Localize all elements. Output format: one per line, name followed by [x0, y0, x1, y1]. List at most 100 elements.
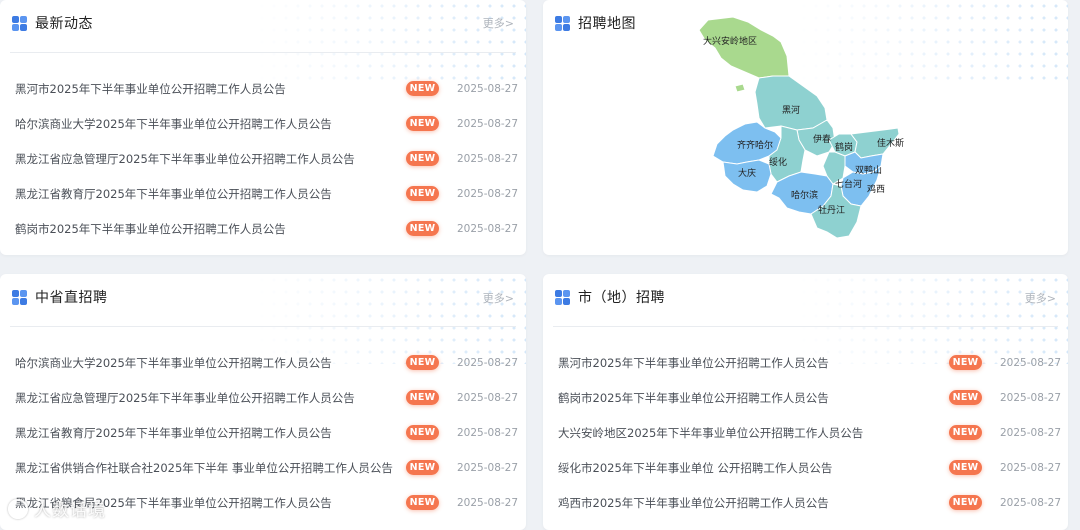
region-label-daqing: 大庆 — [738, 167, 756, 179]
grid-icon — [555, 289, 570, 305]
item-title[interactable]: 黑龙江省供销合作社联合社2025年下半年 事业单位公开招聘工作人员公告 — [15, 460, 393, 476]
new-badge: NEW — [406, 390, 439, 405]
list-item[interactable]: 大兴安岭地区2025年下半年事业单位公开招聘工作人员公告 NEW 2025-08-2… — [543, 415, 1068, 450]
list-item[interactable]: 鹤岗市2025年下半年事业单位公开招聘工作人员公告 NEW 2025-08-27 — [0, 211, 526, 246]
item-date: 2025-08-27 — [457, 391, 519, 404]
list-item[interactable]: 黑龙江省教育厅2025年下半年事业单位公开招聘工作人员公告 NEW 2025-08-… — [0, 415, 526, 450]
new-badge: NEW — [949, 390, 982, 405]
panel-header: 最新动态 — [12, 12, 93, 34]
item-date: 2025-08-27 — [457, 82, 519, 95]
more-link[interactable]: 更多> — [483, 15, 514, 31]
new-badge: NEW — [406, 81, 439, 96]
item-date: 2025-08-27 — [1000, 461, 1062, 474]
item-date: 2025-08-27 — [457, 426, 519, 439]
panel-title: 市（地）招聘 — [578, 290, 665, 306]
provincial-list: 哈尔滨商业大学2025年下半年事业单位公开招聘工作人员公告 NEW 2025-08-… — [0, 345, 526, 520]
new-badge: NEW — [949, 460, 982, 475]
region-label-qiqihar: 齐齐哈尔 — [737, 139, 773, 151]
region-daxinganling-enclave[interactable] — [734, 83, 746, 93]
list-item[interactable]: 黑龙江省应急管理厅2025年下半年事业单位公开招聘工作人员公告 NEW 2025-0… — [0, 141, 526, 176]
list-item[interactable]: 黑龙江省教育厅2025年下半年事业单位公开招聘工作人员公告 NEW 2025-08-… — [0, 176, 526, 211]
item-title[interactable]: 鹤岗市2025年下半年事业单位公开招聘工作人员公告 — [558, 390, 829, 406]
region-label-jixi: 鸡西 — [867, 183, 885, 195]
new-badge: NEW — [406, 355, 439, 370]
divider — [10, 326, 516, 327]
more-link[interactable]: 更多> — [1025, 290, 1056, 306]
list-item[interactable]: 哈尔滨商业大学2025年下半年事业单位公开招聘工作人员公告 NEW 2025-08-… — [0, 345, 526, 380]
new-badge: NEW — [406, 151, 439, 166]
new-badge: NEW — [406, 460, 439, 475]
item-date: 2025-08-27 — [457, 496, 519, 509]
dot-pattern-decoration — [256, 0, 526, 80]
new-badge: NEW — [406, 221, 439, 236]
latest-news-panel: 最新动态 更多> 黑河市2025年下半年事业单位公开招聘工作人员公告 NEW 202… — [0, 0, 526, 255]
list-item[interactable]: 鸡西市2025年下半年事业单位公开招聘工作人员公告 NEW 2025-08-27 — [543, 485, 1068, 520]
region-label-daxinganling: 大兴安岭地区 — [703, 35, 757, 47]
item-title[interactable]: 黑河市2025年下半年事业单位公开招聘工作人员公告 — [558, 355, 829, 371]
item-title[interactable]: 哈尔滨商业大学2025年下半年事业单位公开招聘工作人员公告 — [15, 116, 332, 132]
list-item[interactable]: 黑河市2025年下半年事业单位公开招聘工作人员公告 NEW 2025-08-27 — [543, 345, 1068, 380]
list-item[interactable]: 黑河市2025年下半年事业单位公开招聘工作人员公告 NEW 2025-08-27 — [0, 71, 526, 106]
region-label-yichun: 伊春 — [813, 133, 831, 145]
more-link[interactable]: 更多> — [483, 290, 514, 306]
item-title[interactable]: 黑龙江省应急管理厅2025年下半年事业单位公开招聘工作人员公告 — [15, 390, 355, 406]
list-item[interactable]: 黑龙江省应急管理厅2025年下半年事业单位公开招聘工作人员公告 NEW 2025-0… — [0, 380, 526, 415]
item-title[interactable]: 大兴安岭地区2025年下半年事业单位公开招聘工作人员公告 — [558, 425, 863, 441]
panel-title: 招聘地图 — [578, 16, 636, 32]
provincial-recruitment-panel: 中省直招聘 更多> 哈尔滨商业大学2025年下半年事业单位公开招聘工作人员公告 N… — [0, 274, 526, 530]
region-label-suihua: 绥化 — [769, 156, 787, 168]
new-badge: NEW — [406, 186, 439, 201]
list-item[interactable]: 鹤岗市2025年下半年事业单位公开招聘工作人员公告 NEW 2025-08-27 — [543, 380, 1068, 415]
heilongjiang-map: 大兴安岭地区黑河伊春齐齐哈尔绥化大庆哈尔滨 鹤岗 佳木斯双鸭山七台河 鸡西牡丹江 — [698, 16, 904, 239]
grid-icon — [555, 15, 570, 31]
item-title[interactable]: 黑龙江省应急管理厅2025年下半年事业单位公开招聘工作人员公告 — [15, 151, 355, 167]
list-item[interactable]: 黑龙江省供销合作社联合社2025年下半年 事业单位公开招聘工作人员公告 NEW 20… — [0, 450, 526, 485]
region-daxinganling[interactable] — [698, 16, 790, 79]
region-label-jiamusi: 佳木斯 — [877, 137, 904, 149]
region-label-qitaihe: 七台河 — [835, 178, 862, 190]
item-title[interactable]: 哈尔滨商业大学2025年下半年事业单位公开招聘工作人员公告 — [15, 355, 332, 371]
item-date: 2025-08-27 — [457, 117, 519, 130]
item-date: 2025-08-27 — [1000, 426, 1062, 439]
item-date: 2025-08-27 — [1000, 356, 1062, 369]
watermark: 人数话境 — [8, 496, 106, 521]
panel-title: 最新动态 — [35, 16, 93, 32]
region-label-heihe: 黑河 — [782, 104, 800, 116]
list-item[interactable]: 绥化市2025年下半年事业单位 公开招聘工作人员公告 NEW 2025-08-27 — [543, 450, 1068, 485]
region-label-shuangyashan: 双鸭山 — [855, 164, 882, 176]
item-date: 2025-08-27 — [457, 461, 519, 474]
item-title[interactable]: 绥化市2025年下半年事业单位 公开招聘工作人员公告 — [558, 460, 832, 476]
news-list: 黑河市2025年下半年事业单位公开招聘工作人员公告 NEW 2025-08-27 哈… — [0, 71, 526, 246]
item-date: 2025-08-27 — [457, 356, 519, 369]
item-title[interactable]: 黑龙江省教育厅2025年下半年事业单位公开招聘工作人员公告 — [15, 186, 332, 202]
item-date: 2025-08-27 — [457, 222, 519, 235]
recruitment-map-panel: 招聘地图 大兴安岭地区 黑河 伊春 齐齐哈尔 绥化 大庆 哈尔滨 鹤岗 佳木斯 双鸭山 七台河 鸡西牡… — [543, 0, 1068, 255]
grid-icon — [12, 289, 27, 305]
item-date: 2025-08-27 — [1000, 391, 1062, 404]
panel-header: 市（地）招聘 — [555, 286, 665, 308]
region-label-mudanjiang: 牡丹江 — [818, 204, 845, 216]
divider — [10, 52, 516, 53]
item-title[interactable]: 鸡西市2025年下半年事业单位公开招聘工作人员公告 — [558, 495, 829, 511]
item-title[interactable]: 黑龙江省教育厅2025年下半年事业单位公开招聘工作人员公告 — [15, 425, 332, 441]
watermark-text: 人数话境 — [34, 501, 106, 521]
new-badge: NEW — [949, 425, 982, 440]
panel-title: 中省直招聘 — [35, 290, 108, 306]
item-date: 2025-08-27 — [457, 152, 519, 165]
item-date: 2025-08-27 — [457, 187, 519, 200]
panel-header: 招聘地图 — [555, 12, 636, 34]
city-recruitment-panel: 市（地）招聘 更多> 黑河市2025年下半年事业单位公开招聘工作人员公告 NEW 2… — [543, 274, 1068, 530]
region-label-harbin: 哈尔滨 — [791, 189, 818, 201]
city-list: 黑河市2025年下半年事业单位公开招聘工作人员公告 NEW 2025-08-27 鹤… — [543, 345, 1068, 520]
region-heihe[interactable] — [754, 75, 828, 131]
new-badge: NEW — [949, 355, 982, 370]
watermark-logo-icon — [8, 498, 28, 519]
item-title[interactable]: 黑河市2025年下半年事业单位公开招聘工作人员公告 — [15, 81, 286, 97]
divider — [553, 326, 1058, 327]
item-title[interactable]: 鹤岗市2025年下半年事业单位公开招聘工作人员公告 — [15, 221, 286, 237]
new-badge: NEW — [406, 495, 439, 510]
new-badge: NEW — [949, 495, 982, 510]
list-item[interactable]: 哈尔滨商业大学2025年下半年事业单位公开招聘工作人员公告 NEW 2025-08-… — [0, 106, 526, 141]
new-badge: NEW — [406, 425, 439, 440]
new-badge: NEW — [406, 116, 439, 131]
